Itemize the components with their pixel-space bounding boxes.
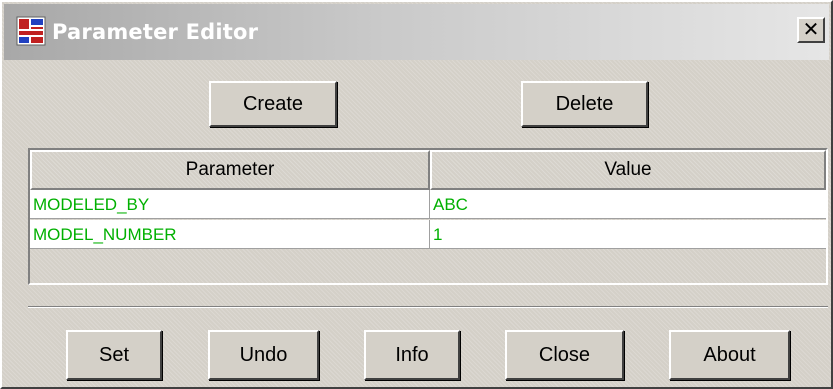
set-button[interactable]: Set [66, 330, 162, 380]
parameter-table: Parameter Value MODELED_BY ABC MODEL_NUM… [28, 148, 828, 285]
close-button[interactable]: Close [505, 330, 624, 380]
table-row[interactable]: MODEL_NUMBER 1 [30, 220, 826, 249]
close-window-button[interactable]: ✕ [797, 17, 825, 43]
separator [28, 306, 828, 308]
value-cell[interactable]: 1 [430, 220, 826, 249]
parameter-editor-window: Parameter Editor ✕ Create Delete Paramet… [0, 0, 833, 389]
column-header-value[interactable]: Value [430, 150, 826, 190]
window-title: Parameter Editor [52, 20, 259, 44]
parameter-cell[interactable]: MODEL_NUMBER [30, 220, 430, 249]
value-cell[interactable]: ABC [430, 190, 826, 219]
about-button[interactable]: About [669, 330, 790, 380]
create-button[interactable]: Create [209, 81, 337, 127]
title-bar[interactable]: Parameter Editor ✕ [4, 4, 829, 60]
delete-button[interactable]: Delete [521, 81, 648, 127]
close-icon: ✕ [802, 17, 820, 41]
info-button[interactable]: Info [364, 330, 460, 380]
table-row[interactable]: MODELED_BY ABC [30, 190, 826, 219]
parameter-cell[interactable]: MODELED_BY [30, 190, 430, 219]
table-header: Parameter Value [30, 150, 826, 190]
app-icon [16, 16, 46, 46]
column-header-parameter[interactable]: Parameter [30, 150, 430, 190]
undo-button[interactable]: Undo [208, 330, 319, 380]
